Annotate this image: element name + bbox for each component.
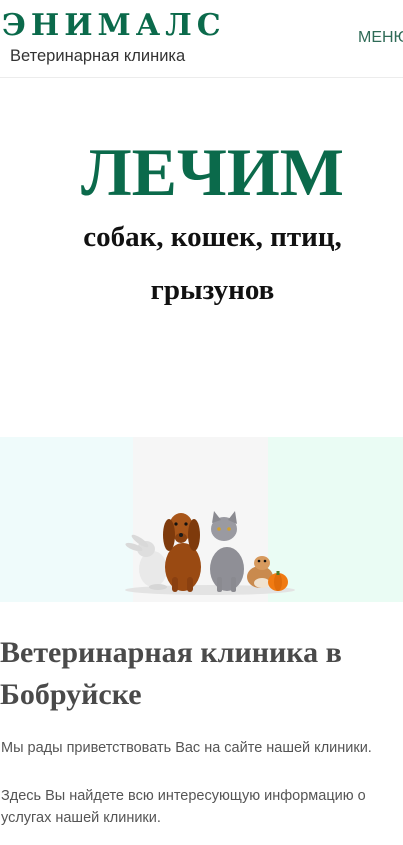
hero-headline: ЛЕЧИМ bbox=[80, 134, 344, 210]
pets-illustration bbox=[125, 511, 295, 595]
site-header: ЭНИМАЛС Ветеринарная клиника МЕНЮ bbox=[0, 0, 403, 78]
logo-subtitle: Ветеринарная клиника bbox=[10, 47, 186, 65]
hero-subtitle-line1: собак, кошек, птиц, bbox=[83, 221, 342, 253]
pets-banner-image bbox=[0, 437, 403, 602]
hero-subtitle-line2: грызунов bbox=[150, 274, 275, 306]
rabbit-icon bbox=[125, 534, 167, 590]
info-paragraph-line2: услугах нашей клиники. bbox=[1, 810, 161, 826]
info-paragraph: Здесь Вы найдете всю интересующую информ… bbox=[1, 785, 403, 829]
info-paragraph-line1: Здесь Вы найдете всю интересующую информ… bbox=[1, 788, 366, 804]
dog-icon bbox=[163, 513, 201, 592]
menu-button[interactable]: МЕНЮ bbox=[358, 29, 403, 47]
cat-icon bbox=[210, 511, 244, 592]
logo-title[interactable]: ЭНИМАЛС bbox=[2, 6, 226, 46]
section-title: Ветеринарная клиника в Бобруйске bbox=[0, 636, 342, 711]
intro-paragraph: Мы рады приветствовать Вас на сайте наше… bbox=[1, 740, 372, 756]
